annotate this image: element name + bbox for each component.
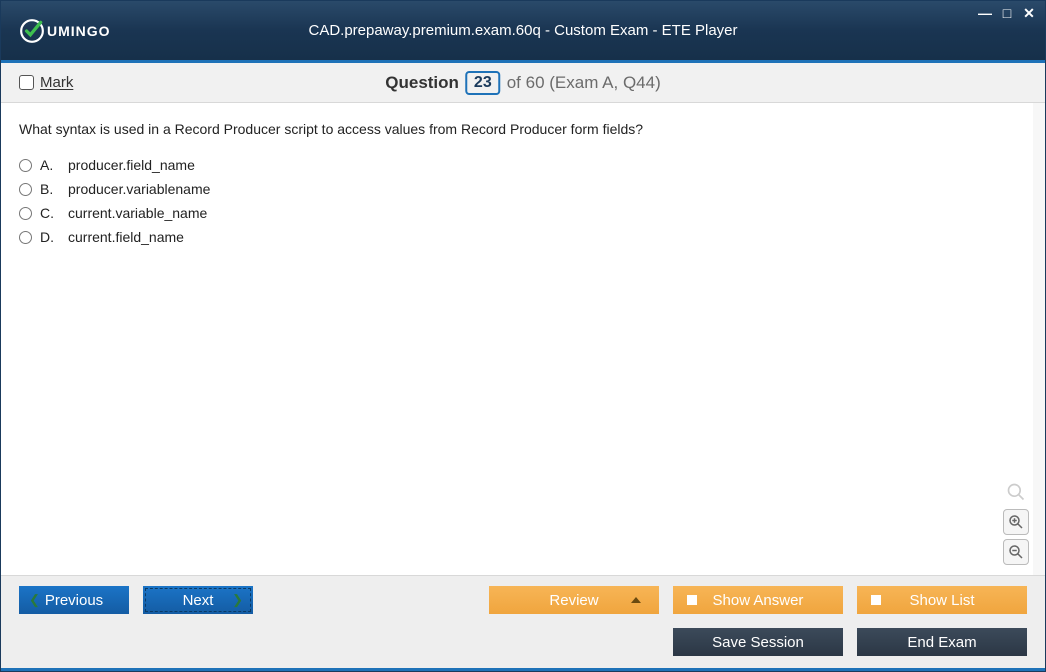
mark-checkbox[interactable]: [19, 75, 34, 90]
mark-label: Mark: [40, 74, 73, 91]
option-text: current.variable_name: [68, 205, 207, 221]
option-letter: D.: [40, 229, 60, 245]
brand-logo: UMINGO: [19, 18, 111, 44]
search-icon[interactable]: [1003, 479, 1029, 505]
save-session-button[interactable]: Save Session: [673, 628, 843, 656]
radio-icon[interactable]: [19, 159, 32, 172]
next-button[interactable]: Next ❯: [143, 586, 253, 614]
option-a[interactable]: A. producer.field_name: [19, 157, 1015, 173]
previous-button[interactable]: ❮ Previous: [19, 586, 129, 614]
radio-icon[interactable]: [19, 183, 32, 196]
question-text: What syntax is used in a Record Producer…: [19, 121, 1015, 137]
app-window: UMINGO CAD.prepaway.premium.exam.60q - C…: [0, 0, 1046, 672]
button-label: Save Session: [712, 634, 804, 651]
bottom-accent: [1, 668, 1045, 671]
button-label: Next: [183, 592, 214, 609]
content-area: What syntax is used in a Record Producer…: [1, 103, 1045, 575]
mark-checkbox-wrap[interactable]: Mark: [19, 74, 73, 91]
review-button[interactable]: Review: [489, 586, 659, 614]
minimize-button[interactable]: —: [977, 5, 993, 22]
square-icon: [871, 595, 881, 605]
chevron-right-icon: ❯: [232, 592, 243, 608]
question-of-text: of 60 (Exam A, Q44): [507, 73, 661, 93]
option-letter: A.: [40, 157, 60, 173]
radio-icon[interactable]: [19, 231, 32, 244]
options-list: A. producer.field_name B. producer.varia…: [19, 157, 1015, 245]
question-header: Mark Question 23 of 60 (Exam A, Q44): [1, 63, 1045, 103]
option-letter: C.: [40, 205, 60, 221]
close-button[interactable]: ✕: [1021, 5, 1037, 22]
triangle-up-icon: [631, 597, 641, 603]
logo-checkmark-icon: [19, 18, 45, 44]
option-b[interactable]: B. producer.variablename: [19, 181, 1015, 197]
question-counter: Question 23 of 60 (Exam A, Q44): [385, 71, 660, 95]
question-number: 23: [465, 71, 501, 95]
button-label: Review: [549, 592, 598, 609]
window-title: CAD.prepaway.premium.exam.60q - Custom E…: [308, 22, 737, 39]
option-letter: B.: [40, 181, 60, 197]
button-label: Show Answer: [713, 592, 804, 609]
zoom-controls: [1003, 479, 1029, 565]
show-answer-button[interactable]: Show Answer: [673, 586, 843, 614]
zoom-out-button[interactable]: [1003, 539, 1029, 565]
option-c[interactable]: C. current.variable_name: [19, 205, 1015, 221]
option-text: producer.variablename: [68, 181, 210, 197]
button-label: Previous: [45, 592, 103, 609]
button-label: End Exam: [907, 634, 976, 651]
button-label: Show List: [909, 592, 974, 609]
footer: ❮ Previous Next ❯ Review Show Answer Sho…: [1, 575, 1045, 668]
zoom-in-button[interactable]: [1003, 509, 1029, 535]
titlebar: UMINGO CAD.prepaway.premium.exam.60q - C…: [1, 1, 1045, 63]
radio-icon[interactable]: [19, 207, 32, 220]
option-d[interactable]: D. current.field_name: [19, 229, 1015, 245]
footer-row-2: Save Session End Exam: [1, 624, 1045, 668]
chevron-left-icon: ❮: [29, 592, 40, 608]
option-text: current.field_name: [68, 229, 184, 245]
question-label: Question: [385, 73, 459, 93]
footer-row-1: ❮ Previous Next ❯ Review Show Answer Sho…: [1, 576, 1045, 624]
square-icon: [687, 595, 697, 605]
maximize-button[interactable]: □: [999, 5, 1015, 22]
show-list-button[interactable]: Show List: [857, 586, 1027, 614]
option-text: producer.field_name: [68, 157, 195, 173]
end-exam-button[interactable]: End Exam: [857, 628, 1027, 656]
window-controls: — □ ✕: [977, 5, 1037, 22]
brand-text: UMINGO: [47, 23, 111, 39]
